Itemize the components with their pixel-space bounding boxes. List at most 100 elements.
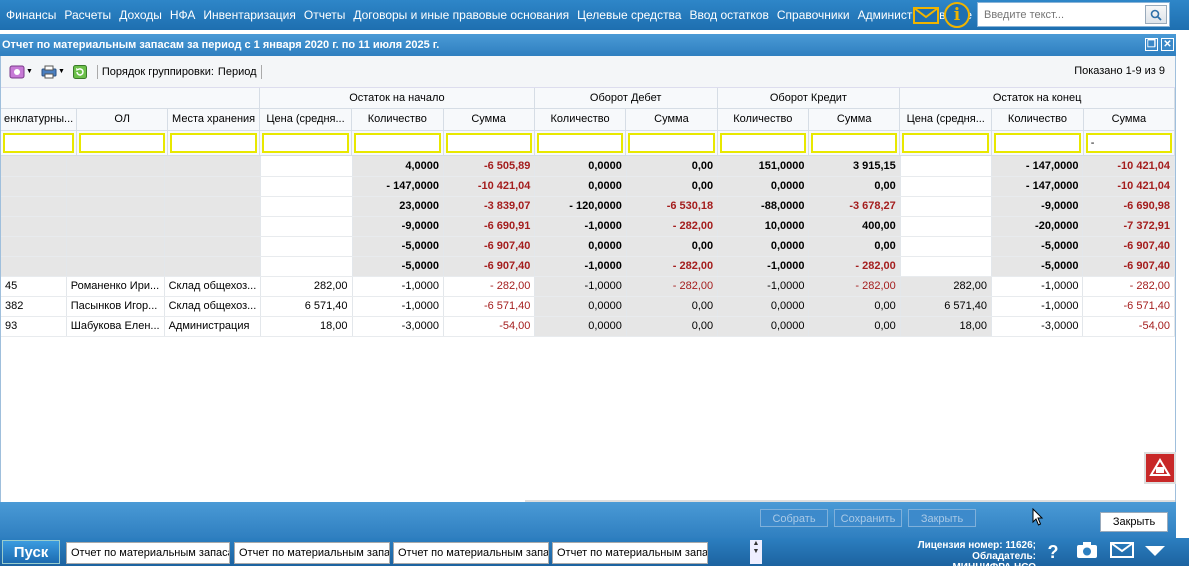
task-tab-4[interactable]: Отчет по материальным запа...: [552, 542, 708, 564]
menu-finance[interactable]: Финансы: [2, 0, 60, 30]
chevron-down-icon[interactable]: [1144, 542, 1166, 563]
menu-balances-input[interactable]: Ввод остатков: [685, 0, 772, 30]
menu-target-funds[interactable]: Целевые средства: [573, 0, 685, 30]
group-row[interactable]: -5,0000 -6 907,40 0,0000 0,00 0,0000 0,00 -5,0…: [1, 236, 1175, 257]
cell-close-price: [900, 236, 993, 257]
filter-cell-credit-sum: [808, 130, 901, 156]
menu-income[interactable]: Доходы: [115, 0, 166, 30]
menu-contracts[interactable]: Договоры и иные правовые основания: [349, 0, 573, 30]
col-header-close-sum[interactable]: Сумма: [1083, 108, 1175, 131]
filter-input-debit-qty[interactable]: [536, 132, 624, 153]
filter-input-ol[interactable]: [79, 132, 166, 153]
close-disabled-button[interactable]: Закрыть: [908, 509, 976, 527]
group-row[interactable]: 4,0000 -6 505,89 0,0000 0,00 151,0000 3 915,1…: [1, 156, 1175, 177]
filter-input-open-qty[interactable]: [353, 132, 441, 153]
filter-input-open-sum[interactable]: [445, 132, 532, 153]
printer-icon: [41, 65, 57, 78]
cell-ol: [66, 236, 165, 257]
group-row[interactable]: -9,0000 -6 690,91 -1,0000- 282,00 10,0000 40…: [1, 216, 1175, 237]
report-window-title-bar: Отчет по материальным запасам за период …: [0, 34, 1176, 56]
close-button[interactable]: Закрыть: [1100, 512, 1168, 532]
filter-input-credit-qty[interactable]: [719, 132, 807, 153]
cell-nomenclature: 45: [1, 276, 67, 297]
table-row[interactable]: 382 Пасынков Игор... Склад общехоз... 6 571…: [1, 296, 1175, 317]
cell-close-price: [900, 176, 993, 197]
group-row[interactable]: -5,0000 -6 907,40 -1,0000- 282,00 -1,0000- …: [1, 256, 1175, 277]
mail-icon[interactable]: [912, 3, 942, 27]
cell-credit-sum: -3 678,27: [808, 196, 901, 217]
cell-open-sum: -10 421,04: [443, 176, 536, 197]
col-header-ol[interactable]: ОЛ: [76, 108, 169, 131]
cell-debit-sum: -6 530,18: [626, 196, 719, 217]
grouping-value[interactable]: Период: [218, 66, 257, 78]
cell-credit-qty: 0,0000: [717, 176, 810, 197]
license-line-2: МИНЦИФРА НСО: [952, 562, 1036, 573]
cell-open-price: 6 571,40: [260, 296, 353, 317]
filter-input-credit-sum[interactable]: [811, 132, 898, 153]
filter-cell-open-qty: [351, 130, 444, 156]
menu-reports[interactable]: Отчеты: [300, 0, 349, 30]
task-tab-2[interactable]: Отчет по материальным запа...: [234, 542, 390, 564]
refresh-button[interactable]: [71, 63, 89, 81]
col-header-credit-sum[interactable]: Сумма: [808, 108, 901, 131]
cell-credit-qty: -88,0000: [717, 196, 810, 217]
col-header-nomenclature[interactable]: енклатурны...: [1, 108, 78, 131]
cell-credit-sum: - 282,00: [808, 276, 901, 297]
report-toolbar: ▼ ▼ Порядок группировки: Период Показано…: [1, 56, 1175, 88]
menu-settlements[interactable]: Расчеты: [60, 0, 115, 30]
col-header-close-price[interactable]: Цена (средня...: [899, 108, 993, 131]
gear-icon: [9, 65, 25, 78]
help-icon[interactable]: ?: [1042, 542, 1064, 563]
menu-inventory[interactable]: Инвентаризация: [199, 0, 299, 30]
close-window-icon[interactable]: ✕: [1161, 38, 1174, 51]
filter-input-debit-sum[interactable]: [628, 132, 715, 153]
search-button[interactable]: [1145, 5, 1167, 24]
filter-input-open-price[interactable]: [262, 132, 349, 153]
filter-input-storage[interactable]: [170, 132, 258, 153]
cell-open-price: 282,00: [260, 276, 353, 297]
col-header-credit-qty[interactable]: Количество: [717, 108, 810, 131]
filter-input-nomenclature[interactable]: [3, 132, 75, 153]
filter-input-close-qty[interactable]: [994, 132, 1081, 153]
save-button[interactable]: Сохранить: [834, 509, 902, 527]
cell-credit-qty: 0,0000: [717, 316, 810, 337]
table-row[interactable]: 93 Шабукова Елен... Администрация 18,00 -3,0…: [1, 316, 1175, 337]
license-line-1: Лицензия номер: 11626; Обладатель:: [917, 540, 1036, 562]
col-header-storage[interactable]: Места хранения: [167, 108, 261, 131]
group-row[interactable]: 23,0000 -3 839,07- 120,0000 -6 530,18 -88,0…: [1, 196, 1175, 217]
filter-cell-close-sum: [1083, 130, 1175, 156]
cell-debit-qty: -1,0000: [534, 216, 627, 237]
col-header-debit-qty[interactable]: Количество: [534, 108, 627, 131]
app-logo-icon[interactable]: [1144, 452, 1176, 484]
settings-dropdown-button[interactable]: ▼: [7, 63, 35, 81]
col-header-debit-sum[interactable]: Сумма: [625, 108, 718, 131]
col-header-open-qty[interactable]: Количество: [351, 108, 444, 131]
col-header-open-sum[interactable]: Сумма: [443, 108, 535, 131]
records-shown-count: Показано 1-9 из 9: [1074, 65, 1165, 77]
header-group-opening-balance: Остаток на начало: [259, 88, 535, 109]
task-scroll-icon[interactable]: ▲ ▼: [750, 540, 762, 564]
cell-open-qty: -9,0000: [352, 216, 444, 237]
col-header-open-price[interactable]: Цена (средня...: [259, 108, 352, 131]
menu-nfa[interactable]: НФА: [166, 0, 200, 30]
mail-icon[interactable]: [1110, 542, 1134, 563]
cell-open-sum: - 282,00: [443, 276, 536, 297]
restore-window-icon[interactable]: ❐: [1145, 38, 1158, 51]
filter-row: [1, 130, 1175, 156]
table-row[interactable]: 45 Романенко Ири... Склад общехоз... 282,00…: [1, 276, 1175, 297]
start-button[interactable]: Пуск: [2, 540, 60, 564]
cell-close-qty: -9,0000: [991, 196, 1084, 217]
task-tab-3[interactable]: Отчет по материальным запа...: [393, 542, 549, 564]
filter-input-close-sum[interactable]: [1085, 132, 1172, 153]
menu-directories[interactable]: Справочники: [773, 0, 854, 30]
toolbar-divider: [260, 64, 262, 79]
print-dropdown-button[interactable]: ▼: [39, 63, 67, 81]
col-header-close-qty[interactable]: Количество: [991, 108, 1084, 131]
camera-icon[interactable]: [1076, 541, 1098, 564]
search-input[interactable]: [978, 4, 1145, 25]
collect-button[interactable]: Собрать: [760, 509, 828, 527]
task-tab-1[interactable]: Отчет по материальным запасам: [66, 542, 230, 564]
group-row[interactable]: - 147,0000 -10 421,04 0,0000 0,00 0,0000 0,00…: [1, 176, 1175, 197]
info-icon[interactable]: i: [944, 2, 970, 28]
filter-input-close-price[interactable]: [902, 132, 990, 153]
